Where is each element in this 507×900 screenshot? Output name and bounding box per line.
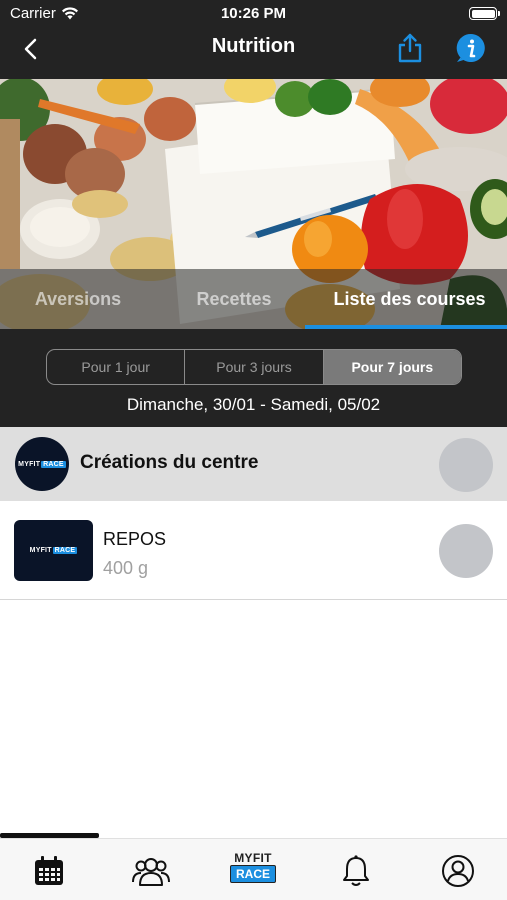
section-header: MYFIT RACE Créations du centre [0,427,507,501]
item-select-toggle[interactable] [439,524,493,578]
mini-logo-left: MYFIT [18,460,41,468]
bell-icon [343,855,369,886]
info-button[interactable] [455,32,487,64]
bottom-tab-bar: MYFIT RACE [0,838,507,900]
clock: 10:26 PM [220,5,287,22]
brand-logo-top: MYFIT [234,851,272,865]
nutrition-tabs: Aversions Recettes Liste des courses [0,269,507,329]
tab-calendar[interactable] [29,851,69,891]
tab-community[interactable] [131,851,171,891]
centre-logo: MYFIT RACE [15,437,69,491]
mini-logo-right: RACE [41,460,66,468]
tab-liste-des-courses[interactable]: Liste des courses [312,269,507,329]
tab-recettes[interactable]: Recettes [156,269,312,329]
item-quantity: 400 g [103,558,149,578]
nav-bar: Nutrition [0,28,507,80]
page-title: Nutrition [211,35,296,57]
list-item[interactable]: MYFIT RACE REPOS 400 g [0,501,507,600]
share-icon [398,33,422,63]
myfit-race-mini-logo: MYFIT RACE [18,460,66,468]
period-segmented-control: Pour 1 jour Pour 3 jours Pour 7 jours [46,349,462,385]
info-icon [456,33,485,62]
myfit-race-logo[interactable]: MYFIT RACE [228,851,278,891]
profile-icon [442,855,474,887]
section-title: Créations du centre [80,452,259,473]
calendar-icon [35,856,63,885]
section-select-toggle[interactable] [439,438,493,492]
tab-aversions[interactable]: Aversions [0,269,156,329]
status-bar: Carrier 10:26 PM [0,0,507,28]
share-button[interactable] [396,32,424,64]
date-range: Dimanche, 30/01 - Samedi, 05/02 [126,395,381,414]
item-thumbnail: MYFIT RACE [14,520,93,581]
tab-profile[interactable] [438,851,478,891]
users-icon [132,858,170,886]
battery-icon [469,7,500,20]
thumb-logo-left: MYFIT [29,547,52,554]
period-option-1-day[interactable]: Pour 1 jour [47,350,186,384]
period-option-7-days[interactable]: Pour 7 jours [323,350,461,384]
period-area: Pour 1 jour Pour 3 jours Pour 7 jours Di… [0,329,507,427]
tab-notifications[interactable] [336,851,376,891]
item-name: REPOS [103,529,167,549]
myfit-race-thumb-logo: MYFIT RACE [30,547,78,554]
brand-logo-bottom: RACE [229,865,276,883]
thumb-logo-right: RACE [52,547,78,554]
period-option-3-days[interactable]: Pour 3 jours [185,350,324,384]
